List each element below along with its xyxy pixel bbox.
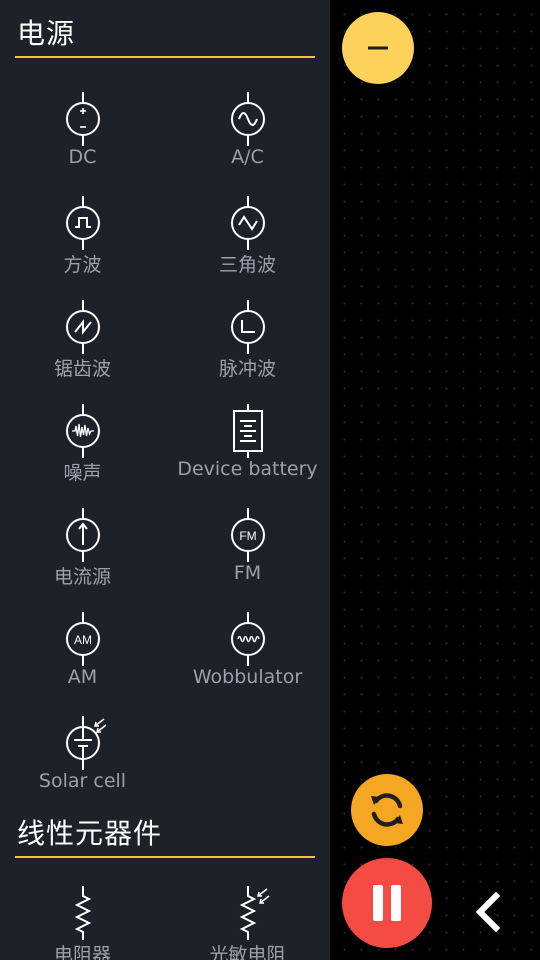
wobbulator-icon (230, 612, 265, 666)
component-label: 噪声 (63, 462, 102, 484)
component-label: DC (68, 146, 97, 168)
fm-source-icon: FM (230, 508, 265, 562)
component-label: 方波 (63, 254, 102, 276)
component-label: 锯齿波 (53, 358, 111, 380)
component-dc[interactable]: DC (0, 86, 165, 190)
photoresistor-icon (239, 886, 269, 940)
component-label: Wobbulator (192, 666, 303, 688)
component-solar-cell[interactable]: Solar cell (0, 710, 165, 814)
component-label: 电流源 (53, 566, 111, 588)
chevron-left-icon (475, 892, 501, 932)
component-label: 电阻器 (53, 944, 111, 960)
dc-source-icon (65, 92, 100, 146)
triangle-wave-icon (230, 196, 265, 250)
pulse-wave-icon (230, 300, 265, 354)
reset-simulation-button[interactable] (351, 774, 423, 846)
section-title-linear: 线性元器件 (17, 817, 163, 850)
component-sawtooth-wave[interactable]: 锯齿波 (0, 294, 165, 398)
noise-source-icon (65, 404, 100, 458)
component-label: A/C (231, 146, 264, 168)
component-label: Device battery (177, 458, 318, 480)
component-label: AM (67, 666, 98, 688)
section-header-linear: 线性元器件 (15, 800, 315, 858)
component-label: Solar cell (38, 770, 127, 792)
component-square-wave[interactable]: 方波 (0, 190, 165, 294)
component-resistor[interactable]: 电阻器 (0, 880, 165, 960)
ac-source-icon (230, 92, 265, 146)
component-device-battery[interactable]: Device battery (165, 398, 330, 502)
component-wobbulator[interactable]: Wobbulator (165, 606, 330, 710)
refresh-icon (371, 793, 403, 827)
component-fm[interactable]: FM FM (165, 502, 330, 606)
battery-icon (232, 404, 263, 458)
component-noise[interactable]: 噪声 (0, 398, 165, 502)
sawtooth-wave-icon (65, 300, 100, 354)
solar-cell-icon (65, 716, 106, 770)
minus-icon (368, 46, 388, 50)
pause-icon (373, 885, 401, 921)
component-label: FM (233, 562, 262, 584)
am-icon-text: AM (74, 633, 92, 647)
component-current-source[interactable]: 电流源 (0, 502, 165, 606)
component-am[interactable]: AM AM (0, 606, 165, 710)
component-pulse-wave[interactable]: 脉冲波 (165, 294, 330, 398)
component-label: 脉冲波 (218, 358, 276, 380)
am-source-icon: AM (65, 612, 100, 666)
component-label: 光敏电阻 (209, 944, 286, 960)
back-button[interactable] (460, 880, 514, 944)
section-title-power: 电源 (17, 17, 76, 50)
current-source-icon (65, 508, 100, 562)
component-panel: 电源 DC A/C 方波 三角波 锯齿波 脉冲波 噪声 Device batte… (0, 0, 330, 960)
resistor-icon (74, 886, 91, 940)
component-triangle-wave[interactable]: 三角波 (165, 190, 330, 294)
collapse-panel-button[interactable] (342, 12, 414, 84)
pause-simulation-button[interactable] (342, 858, 432, 948)
fm-icon-text: FM (239, 529, 256, 543)
square-wave-icon (65, 196, 100, 250)
section-header-power: 电源 (15, 0, 315, 58)
component-ac[interactable]: A/C (165, 86, 330, 190)
component-label: 三角波 (218, 254, 276, 276)
component-photoresistor[interactable]: 光敏电阻 (165, 880, 330, 960)
